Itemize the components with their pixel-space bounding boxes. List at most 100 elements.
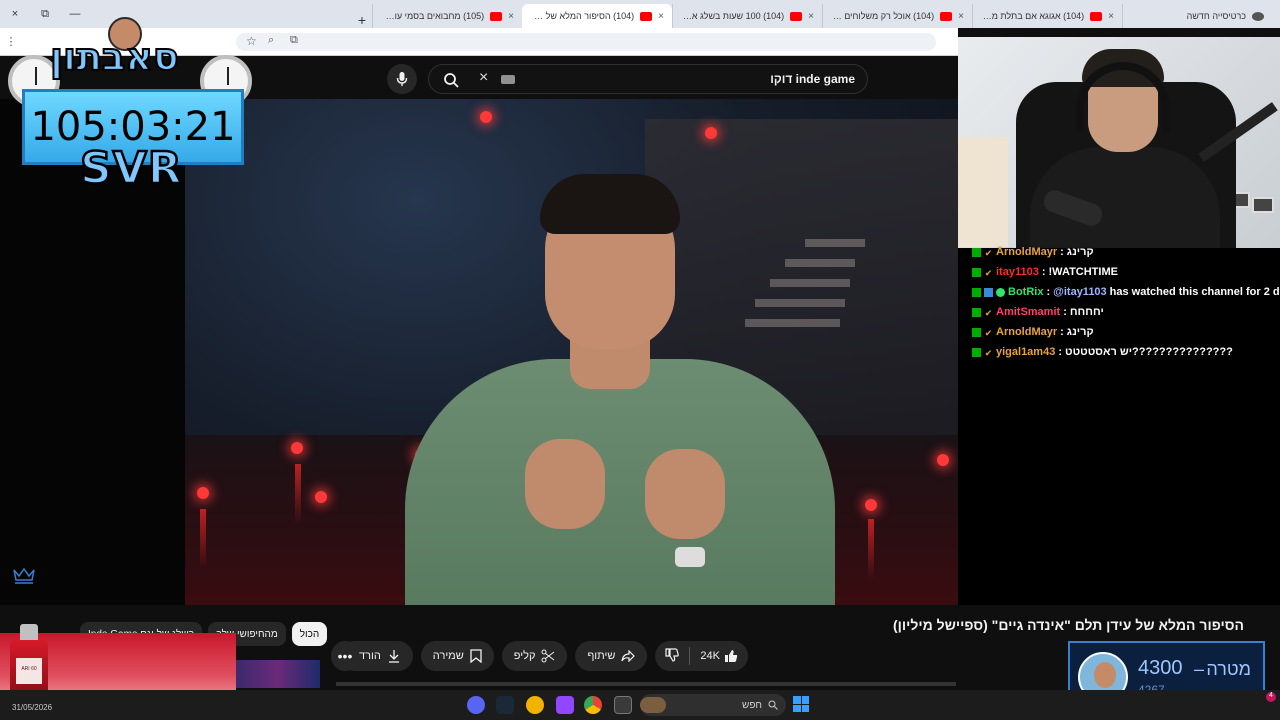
search-query: inde game דוקו — [770, 72, 855, 86]
install-app-icon[interactable]: ⧉ — [290, 34, 298, 47]
wristwatch — [675, 547, 705, 567]
ceiling-light — [705, 127, 717, 139]
thumbs-up-icon — [725, 650, 738, 662]
tab-new-tab[interactable]: כרטיסייה חדשה — [1122, 4, 1272, 28]
chat-text: קרינג — [1066, 326, 1094, 338]
chat-message: ✔ yigal1am43 : יש ראסטטטט??????????????? — [972, 342, 1280, 362]
chip-all[interactable]: הכול — [291, 622, 328, 646]
microphone-icon — [396, 72, 408, 86]
chat-colon: : — [1046, 286, 1051, 298]
like-button[interactable]: 24K — [700, 649, 738, 663]
moderator-badge-icon — [972, 287, 981, 297]
close-icon[interactable]: × — [1108, 11, 1114, 22]
tab-youtube-1[interactable]: × (104) אגוגא אם בתלת מימד זה — [972, 4, 1122, 28]
chat-text: יחחחח — [1069, 306, 1104, 318]
windows-start-button[interactable] — [793, 696, 809, 712]
more-horizontal-icon: ••• — [337, 648, 353, 664]
share-icon — [621, 650, 636, 662]
save-button[interactable]: שמירה — [420, 641, 494, 671]
goal-dash: – — [1194, 659, 1205, 679]
video-frame — [185, 99, 958, 605]
perfume-label: ARI 60 — [16, 658, 42, 684]
tab-youtube-active[interactable]: × (104) הסיפור המלא של עידן תל — [522, 4, 672, 28]
more-actions-button[interactable]: ••• — [331, 641, 359, 671]
twitch-icon[interactable] — [556, 696, 574, 714]
reflection — [200, 509, 206, 569]
bookmark-icon — [470, 649, 482, 663]
file-explorer-icon[interactable] — [614, 696, 632, 714]
verified-badge-icon: ✔ — [984, 307, 993, 318]
divider — [689, 647, 691, 665]
like-dislike-group: 24K — [655, 641, 748, 671]
chat-colon: : — [1063, 306, 1067, 318]
close-icon[interactable]: × — [808, 11, 814, 22]
chat-username: BotRix — [1008, 286, 1044, 298]
tab-title: כרטיסייה חדשה — [1186, 11, 1246, 21]
close-icon[interactable]: × — [508, 11, 514, 22]
taskbar-search[interactable]: חפש — [640, 694, 786, 716]
screen: כרטיסייה חדשה × (104) אגוגא אם בתלת מימד… — [0, 0, 1280, 720]
youtube-icon — [1090, 11, 1103, 21]
new-tab-button[interactable]: + — [352, 12, 372, 28]
share-label: שיתוף — [587, 650, 616, 662]
verified-badge-icon: ✔ — [984, 267, 993, 278]
thumbs-down-icon — [665, 647, 680, 662]
zoom-icon[interactable]: ⌕ — [268, 34, 274, 47]
verified-badge-icon: ✔ — [984, 347, 993, 358]
clear-search-icon[interactable]: × — [479, 69, 488, 87]
sword-badge-icon — [984, 287, 993, 297]
discord-icon[interactable] — [467, 696, 485, 714]
dislike-button[interactable] — [665, 647, 680, 665]
search-input[interactable]: × inde game דוקו — [428, 64, 868, 94]
chat-message: BotRix : @itay1103 has watched this chan… — [972, 282, 1280, 302]
video-actions: 24K שיתוף קליפ שמירה הורדה — [340, 641, 748, 671]
close-icon[interactable]: × — [958, 11, 964, 22]
tab-title: (105) מחבואים בסמי עופר - be — [381, 11, 485, 21]
hair — [540, 174, 680, 234]
chat-message: ✔ ArnoldMayr : קרינג — [972, 322, 1280, 342]
speaker — [405, 169, 835, 605]
tab-youtube-3[interactable]: × (104) 100 שעות בשלג אבל כל — [672, 4, 822, 28]
tab-youtube-2[interactable]: × (104) אוכל רק משלוחים במשך — [822, 4, 972, 28]
chat-username: ArnoldMayr — [996, 246, 1058, 258]
chat-username: AmitSmamit — [996, 306, 1061, 318]
youtube-icon — [790, 11, 803, 21]
app-icon[interactable] — [526, 696, 544, 714]
left-hand — [525, 439, 605, 529]
chat-username: ArnoldMayr — [996, 326, 1058, 338]
taskbar-search-label: חפש — [742, 699, 762, 711]
chat-colon: : — [1060, 246, 1064, 258]
shirt — [405, 359, 835, 605]
chat-colon: : — [1058, 346, 1062, 358]
search-button[interactable] — [437, 69, 465, 91]
address-field[interactable] — [236, 33, 936, 51]
keyboard-icon[interactable] — [501, 75, 515, 84]
close-icon[interactable]: × — [658, 11, 664, 22]
notification-badge: 4 — [1266, 692, 1276, 702]
tab-title: (104) אגוגא אם בתלת מימד זה — [981, 11, 1085, 21]
streamer-webcam — [958, 37, 1280, 248]
right-hand — [645, 449, 725, 539]
recommended-thumbnail[interactable] — [236, 660, 320, 688]
clip-label: קליפ — [513, 650, 536, 662]
floor-light — [937, 454, 949, 466]
tab-youtube-5[interactable]: × (105) מחבואים בסמי עופר - be — [372, 4, 522, 28]
taskbar-date: 31/05/2026 — [12, 703, 53, 712]
chat-mention: @itay1103 — [1053, 286, 1107, 298]
steam-icon[interactable] — [496, 696, 514, 714]
bot-badge-icon — [996, 287, 1005, 297]
like-count: 24K — [700, 650, 720, 662]
verified-badge-icon: ✔ — [984, 247, 993, 258]
chat-text: !WATCHTIME — [1048, 266, 1118, 278]
goal-target: 4300 — [1138, 657, 1183, 679]
floor-light — [865, 499, 877, 511]
floor-light — [291, 442, 303, 454]
youtube-icon — [940, 11, 953, 21]
shelf — [958, 137, 1008, 247]
voice-search-button[interactable] — [387, 64, 417, 94]
chrome-icon[interactable] — [584, 696, 602, 714]
share-button[interactable]: שיתוף — [575, 641, 648, 671]
chat-text: יש ראסטטטט??????????????? — [1065, 346, 1233, 358]
chrome-icon — [1252, 11, 1264, 21]
clip-button[interactable]: קליפ — [501, 641, 568, 671]
